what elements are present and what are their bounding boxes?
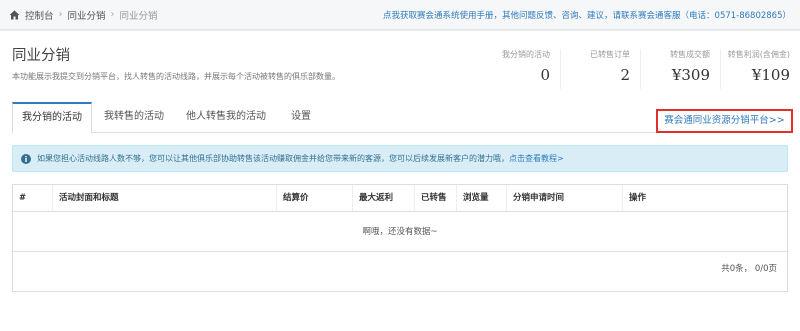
alert-text: 如果您担心活动线路人数不够，您可以让其他俱乐部协助转售该活动赚取佣金并给您带来新… (37, 154, 509, 163)
stat-value: ¥309 (671, 66, 710, 84)
main-panel: 同业分销 本功能展示我提交到分销平台，找人转售的活动线路，并展示每个活动被转售的… (0, 31, 800, 331)
breadcrumb-item-distribution[interactable]: 同业分销 (68, 8, 106, 22)
column-header-views: 浏览量 (457, 185, 507, 211)
tab-my-distributed[interactable]: 我分销的活动 (12, 102, 92, 134)
stat-resale-turnover: 转售成交额 ¥309 (640, 49, 720, 89)
column-header-apply-time: 分销申请时间 (507, 185, 623, 211)
info-alert: 如果您担心活动线路人数不够，您可以让其他俱乐部协助转售该活动赚取佣金并给您带来新… (12, 145, 788, 172)
stat-label: 转售利润(含佣金) (727, 50, 790, 59)
column-header-max-rebate: 最大返利 (353, 185, 415, 211)
help-link[interactable]: 点我获取赛会通系统使用手册，其他问题反馈、咨询、建议，请联系赛会通客服（电话：0… (383, 9, 791, 21)
top-bar: 控制台 › 同业分销 › 同业分销 点我获取赛会通系统使用手册，其他问题反馈、咨… (0, 0, 800, 30)
stat-value: ¥109 (751, 66, 790, 84)
stat-label: 已转售订单 (590, 50, 630, 59)
distribution-platform-link[interactable]: 赛会通同业资源分销平台>> (656, 109, 793, 133)
stat-resale-profit: 转售利润(含佣金) ¥109 (720, 49, 800, 89)
breadcrumb-item-current: 同业分销 (119, 10, 158, 22)
activity-table: # 活动封面和标题 结算价 最大返利 已转售 浏览量 分销申请时间 操作 啊哦，… (12, 184, 788, 292)
breadcrumb-item-console[interactable]: 控制台 (25, 8, 54, 22)
breadcrumb-separator: › (110, 9, 115, 20)
stat-my-distributed: 我分销的活动 0 (480, 49, 560, 89)
stats-bar: 我分销的活动 0 已转售订单 2 转售成交额 ¥309 转售利润(含佣金) ¥1… (480, 49, 800, 89)
stat-resold-orders: 已转售订单 2 (560, 49, 640, 89)
stat-value: 0 (540, 66, 550, 84)
column-header-actions: 操作 (629, 193, 647, 203)
page-title: 同业分销 (12, 48, 70, 64)
empty-message: 啊哦，还没有数据~ (13, 212, 787, 252)
column-header-resold: 已转售 (415, 185, 457, 211)
tab-my-resold[interactable]: 我转售的活动 (94, 102, 174, 133)
tab-others-resold[interactable]: 他人转售我的活动 (176, 102, 276, 133)
breadcrumb-separator: › (58, 9, 63, 20)
stat-value: 2 (620, 66, 630, 84)
column-header-index: # (13, 185, 53, 211)
home-icon[interactable] (9, 10, 20, 20)
table-header: # 活动封面和标题 结算价 最大返利 已转售 浏览量 分销申请时间 操作 (13, 185, 787, 212)
breadcrumb: 控制台 › 同业分销 › 同业分销 (9, 8, 158, 22)
column-header-settlement-price: 结算价 (277, 185, 353, 211)
tab-settings[interactable]: 设置 (278, 102, 324, 133)
page-description: 本功能展示我提交到分销平台，找人转售的活动线路，并展示每个活动被转售的俱乐部数量… (12, 72, 340, 81)
pagination-info: 共0条， 0/0页 (721, 264, 777, 274)
info-icon (21, 153, 31, 164)
stat-label: 转售成交额 (670, 50, 710, 59)
tutorial-link[interactable]: 点击查看教程> (509, 153, 564, 164)
stat-label: 我分销的活动 (502, 50, 550, 59)
column-header-cover-title: 活动封面和标题 (53, 185, 277, 211)
